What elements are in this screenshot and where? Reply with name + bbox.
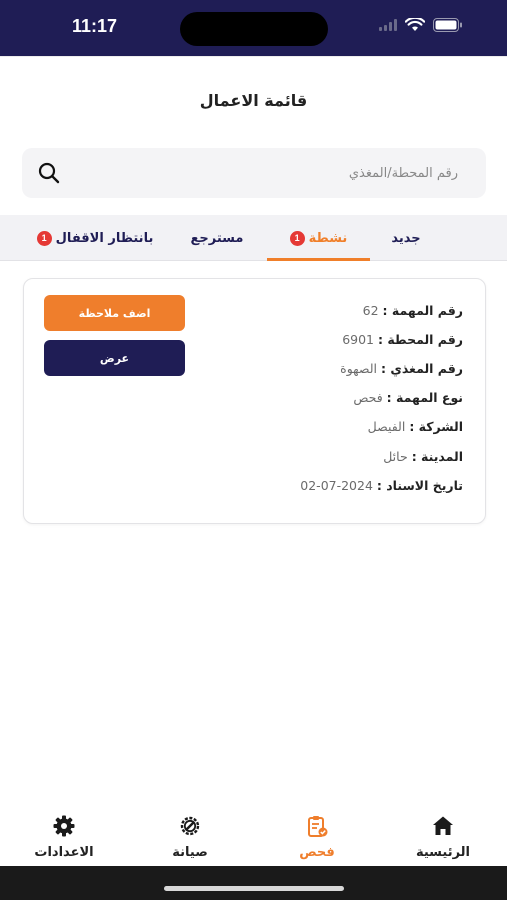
page-title: قائمة الاعمال [199, 91, 308, 110]
home-indicator[interactable] [164, 886, 344, 891]
task-card: رقم المهمة : 62 رقم المحطة : 6901 رقم ال… [23, 278, 486, 524]
tab-pending-closure-label: بانتظار الاقفال [55, 230, 154, 246]
tab-pending-badge: 1 [36, 230, 52, 246]
nav-label-inspection: فحص [299, 845, 335, 860]
nav-label-home: الرئيسية [415, 845, 471, 860]
status-time: 11:17 [72, 16, 118, 36]
nav-item-settings[interactable]: الاعدادات [19, 806, 109, 866]
field-value: 6901 [342, 332, 374, 347]
field-label: رقم المهمة : [382, 303, 463, 318]
field-value: 2024-07-02 [300, 478, 373, 493]
tab-returned-label: مسترجع [190, 230, 244, 246]
header: قائمة الاعمال [0, 56, 507, 138]
field-label: المدينة : [411, 449, 463, 464]
field-label: نوع المهمة : [386, 390, 463, 405]
nav-item-home[interactable]: الرئيسية [398, 806, 488, 866]
tab-returned[interactable]: مسترجع [178, 215, 256, 261]
tab-bar: جديد 1 نشطة مسترجع 1 بانتظار الاقفال [0, 215, 507, 261]
field-value: 62 [362, 303, 379, 318]
signal-icon [379, 19, 397, 31]
field-label: تاريخ الاسناد : [376, 478, 463, 493]
tab-new[interactable]: جديد [370, 215, 442, 261]
nav-item-maintenance[interactable]: صيانة [145, 806, 235, 866]
task-field-station-number: رقم المحطة : 6901 [342, 332, 463, 347]
task-field-task-type: نوع المهمة : فحص [353, 390, 463, 405]
maintenance-wrench-icon [180, 816, 200, 836]
inspection-clipboard-icon [308, 816, 328, 837]
tab-active-label: نشطة [308, 230, 348, 246]
nav-label-maintenance: صيانة [172, 845, 208, 860]
tab-pending-closure[interactable]: 1 بانتظار الاقفال [20, 215, 170, 261]
battery-icon [433, 18, 462, 32]
tab-active[interactable]: 1 نشطة [267, 215, 370, 261]
task-field-city: المدينة : حائل [383, 449, 463, 464]
field-value: فحص [353, 390, 383, 405]
status-bar: 11:17 [0, 0, 507, 56]
field-value: الفيصل [367, 419, 406, 434]
active-tab-indicator [267, 258, 370, 261]
dynamic-island [180, 12, 328, 46]
field-value: الصهوة [340, 361, 378, 376]
field-label: الشركة : [409, 419, 463, 434]
field-value: حائل [383, 449, 408, 464]
field-label: رقم المغذي : [381, 361, 463, 376]
bottom-nav: الرئيسية فحص صيانة الاعدادات [0, 806, 507, 866]
settings-gear-icon [53, 815, 75, 837]
status-icons [379, 18, 463, 32]
task-field-assignment-date: تاريخ الاسناد : 2024-07-02 [300, 478, 463, 493]
task-field-task-number: رقم المهمة : 62 [363, 303, 463, 318]
view-button[interactable]: عرض [44, 340, 185, 376]
add-note-button[interactable]: اضف ملاحظة [44, 295, 185, 331]
task-field-feeder-number: رقم المغذي : الصهوة [340, 361, 463, 376]
wifi-icon [405, 18, 425, 31]
home-bar-area [0, 866, 507, 900]
search-input[interactable] [92, 160, 458, 186]
tab-active-badge: 1 [289, 230, 305, 246]
search-bar[interactable] [22, 148, 486, 198]
task-field-company: الشركة : الفيصل [368, 419, 463, 434]
tab-new-label: جديد [391, 230, 421, 246]
nav-label-settings: الاعدادات [34, 845, 94, 860]
field-label: رقم المحطة : [377, 332, 463, 347]
nav-item-inspection[interactable]: فحص [272, 806, 362, 866]
search-icon[interactable] [38, 162, 60, 184]
home-icon [433, 816, 453, 835]
